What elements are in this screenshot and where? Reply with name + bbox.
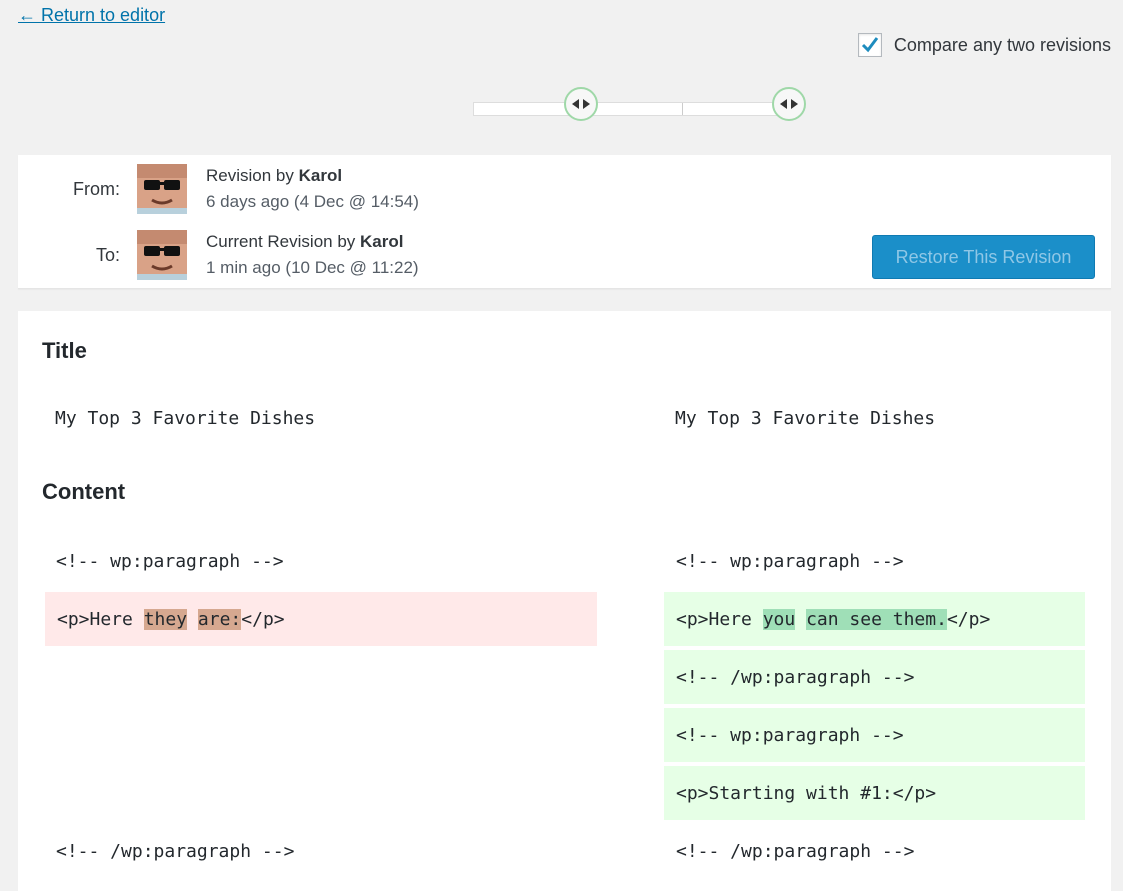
revision-slider[interactable] [473, 87, 806, 121]
to-revision-row: To: Current Revision by Karol 1 min ago … [18, 229, 419, 281]
added-text: </p> [946, 608, 991, 630]
added-word: can see them. [806, 608, 947, 630]
added-text: <!-- /wp:paragraph --> [676, 666, 915, 688]
diff-line-old: <!-- wp:paragraph --> [56, 551, 284, 572]
added-text: <!-- wp:paragraph --> [676, 724, 904, 746]
compare-label: Compare any two revisions [893, 34, 1111, 55]
deleted-line: <p>Here they are: </p> [45, 592, 597, 646]
content-heading: Content [42, 479, 126, 504]
slider-tick [682, 103, 683, 115]
added-line: <p>Starting with #1:</p> [664, 766, 1085, 820]
to-label: To: [95, 244, 120, 265]
slider-handle-to[interactable] [772, 87, 806, 121]
added-line: <!-- wp:paragraph --> [664, 708, 1085, 762]
diff-line-new: <!-- wp:paragraph --> [676, 551, 904, 572]
slider-handle-from[interactable] [564, 87, 598, 121]
deleted-space [187, 609, 198, 630]
from-date: (4 Dec @ 14:54) [293, 192, 419, 211]
title-heading: Title [42, 338, 87, 363]
restore-revision-button[interactable]: Restore This Revision [872, 235, 1095, 279]
deleted-text: <p>Here [57, 608, 144, 630]
avatar [137, 164, 187, 214]
deleted-word: they [143, 608, 188, 630]
from-label: From: [73, 178, 120, 199]
revision-meta-panel: From: Revision by Karol 6 days ago (4 De… [18, 155, 1111, 289]
diff-line-new: <!-- /wp:paragraph --> [676, 841, 915, 862]
deleted-text: </p> [241, 608, 285, 630]
return-to-editor-link[interactable]: ← Return to editor [18, 5, 165, 26]
to-byline: Current Revision by [206, 232, 361, 251]
compare-two-revisions-option[interactable]: Compare any two revisions [857, 33, 1111, 57]
to-author: Karol [360, 232, 404, 251]
arrows-left-right-icon [572, 99, 590, 109]
compare-checkbox[interactable] [857, 33, 882, 57]
from-revision-row: From: Revision by Karol 6 days ago (4 De… [18, 163, 419, 215]
added-line: <!-- /wp:paragraph --> [664, 650, 1085, 704]
added-space [795, 609, 806, 630]
to-revision-info: Current Revision by Karol 1 min ago (10 … [206, 229, 419, 281]
added-word: you [762, 608, 796, 630]
arrows-left-right-icon [780, 99, 798, 109]
from-author: Karol [298, 166, 343, 185]
title-new: My Top 3 Favorite Dishes [675, 408, 936, 429]
to-time-ago: 1 min ago [206, 258, 281, 277]
from-byline: Revision by [206, 166, 299, 185]
added-line: <p>Here you can see them. </p> [664, 592, 1085, 646]
deleted-word: are: [197, 608, 242, 630]
added-text: <p>Here [676, 608, 763, 630]
checkmark-icon [861, 37, 879, 53]
from-time-ago: 6 days ago [206, 192, 290, 211]
to-date: (10 Dec @ 11:22) [285, 258, 419, 277]
diff-line-old: <!-- /wp:paragraph --> [56, 841, 295, 862]
diff-panel: Title My Top 3 Favorite Dishes My Top 3 … [18, 311, 1111, 891]
title-old: My Top 3 Favorite Dishes [55, 408, 316, 429]
avatar [137, 230, 187, 280]
from-revision-info: Revision by Karol 6 days ago (4 Dec @ 14… [206, 163, 419, 215]
added-text: <p>Starting with #1:</p> [676, 782, 937, 804]
